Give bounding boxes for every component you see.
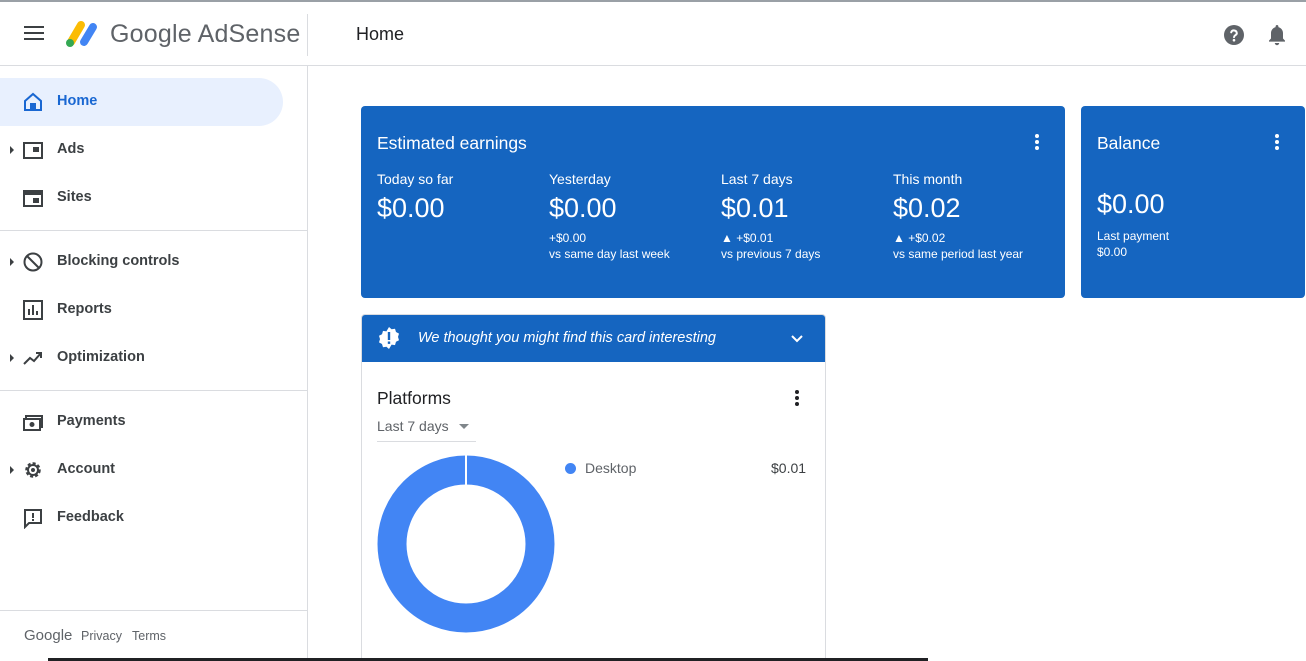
expand-caret-icon[interactable] — [10, 354, 14, 362]
metric-this-month: This month $0.02 ▲ +$0.02 vs same period… — [893, 171, 1063, 262]
home-icon — [24, 92, 42, 111]
sidebar-item-home[interactable]: Home — [0, 78, 283, 126]
sidebar: Home Ads Sites Blocking controls Reports… — [0, 66, 308, 661]
metric-delta: +$0.00 — [549, 231, 587, 245]
legend-swatch — [565, 463, 576, 474]
card-title: Platforms — [377, 388, 451, 408]
expand-caret-icon[interactable] — [10, 258, 14, 266]
bell-icon[interactable] — [1266, 23, 1288, 47]
sidebar-item-label: Account — [57, 461, 115, 477]
gear-icon — [25, 462, 41, 478]
platforms-donut-chart — [377, 455, 555, 633]
estimated-earnings-card: Estimated earnings Today so far $0.00 Ye… — [361, 106, 1065, 298]
date-range-dropdown[interactable]: Last 7 days — [377, 416, 476, 442]
metric-delta: ▲ +$0.01 — [721, 231, 774, 245]
hamburger-menu-icon[interactable] — [20, 22, 48, 46]
sidebar-item-reports[interactable]: Reports — [0, 286, 283, 334]
sidebar-divider — [0, 230, 307, 231]
metric-label: Today so far — [377, 171, 454, 187]
page-title: Home — [356, 24, 405, 44]
more-options-icon[interactable] — [1033, 134, 1041, 154]
date-range-value: Last 7 days — [377, 418, 449, 434]
terms-link[interactable]: Terms — [132, 629, 166, 643]
metric-last-7-days: Last 7 days $0.01 ▲ +$0.01 vs previous 7… — [721, 171, 891, 262]
card-title: Balance — [1097, 133, 1161, 153]
metric-value: $0.02 — [893, 193, 961, 223]
last-payment-value: $0.00 — [1097, 245, 1128, 259]
sidebar-item-ads[interactable]: Ads — [0, 126, 283, 174]
ads-icon — [23, 142, 43, 159]
sidebar-item-account[interactable]: Account — [0, 446, 283, 494]
sidebar-item-label: Home — [57, 93, 98, 109]
feedback-icon — [24, 509, 42, 529]
sidebar-item-blocking-controls[interactable]: Blocking controls — [0, 238, 283, 286]
sidebar-item-label: Payments — [57, 413, 126, 429]
sidebar-item-payments[interactable]: Payments — [0, 398, 283, 446]
app-logo-text: Google AdSense — [110, 20, 301, 48]
platforms-card: We thought you might find this card inte… — [361, 314, 826, 661]
donut-slice-desktop — [377, 455, 555, 633]
trending-up-icon — [23, 352, 42, 365]
metric-comparison: vs same period last year — [893, 247, 1024, 261]
reports-icon — [23, 300, 43, 320]
privacy-link[interactable]: Privacy — [81, 629, 122, 643]
balance-value: $0.00 — [1097, 189, 1165, 219]
metric-value: $0.00 — [377, 193, 445, 223]
more-options-icon[interactable] — [1273, 134, 1281, 154]
insight-banner[interactable]: We thought you might find this card inte… — [362, 315, 825, 362]
top-app-bar: Google AdSense Home — [0, 0, 1306, 66]
sidebar-item-label: Ads — [57, 141, 85, 157]
metric-comparison: vs previous 7 days — [721, 247, 821, 261]
sidebar-item-label: Sites — [57, 189, 92, 205]
help-icon[interactable] — [1222, 23, 1246, 47]
metric-label: This month — [893, 171, 963, 187]
sidebar-divider — [0, 390, 307, 391]
metric-label: Yesterday — [549, 171, 611, 187]
dropdown-arrow-icon — [459, 424, 469, 429]
expand-caret-icon[interactable] — [10, 466, 14, 474]
card-title: Estimated earnings — [377, 133, 527, 153]
google-footer-logo: Google — [24, 627, 73, 644]
metric-yesterday: Yesterday $0.00 +$0.00 vs same day last … — [549, 171, 719, 262]
insight-text: We thought you might find this card inte… — [418, 330, 716, 346]
metric-today: Today so far $0.00 — [377, 171, 547, 224]
sidebar-item-label: Reports — [57, 301, 112, 317]
metric-label: Last 7 days — [721, 171, 793, 187]
sidebar-item-feedback[interactable]: Feedback — [0, 494, 283, 542]
divider — [307, 14, 308, 56]
adsense-logo-icon — [66, 21, 97, 47]
sidebar-footer: Google Privacy Terms — [0, 610, 307, 661]
legend-label: Desktop — [585, 460, 637, 476]
sidebar-item-label: Blocking controls — [57, 253, 180, 269]
balance-card: Balance $0.00 Last payment $0.00 — [1081, 106, 1305, 298]
more-options-icon[interactable] — [793, 390, 801, 410]
chevron-down-icon[interactable] — [790, 332, 804, 346]
expand-caret-icon[interactable] — [10, 146, 14, 154]
sidebar-item-sites[interactable]: Sites — [0, 174, 283, 222]
sidebar-item-label: Feedback — [57, 509, 124, 525]
metric-value: $0.00 — [549, 193, 617, 223]
block-icon — [23, 252, 43, 272]
legend-value: $0.01 — [771, 460, 807, 476]
metric-delta: ▲ +$0.02 — [893, 231, 946, 245]
metric-comparison: vs same day last week — [549, 247, 670, 261]
payments-icon — [23, 415, 43, 431]
sites-icon — [23, 190, 43, 207]
alert-badge-icon — [379, 327, 399, 349]
last-payment-label: Last payment — [1097, 229, 1170, 243]
metric-value: $0.01 — [721, 193, 789, 223]
sidebar-item-optimization[interactable]: Optimization — [0, 334, 283, 382]
sidebar-item-label: Optimization — [57, 349, 145, 365]
